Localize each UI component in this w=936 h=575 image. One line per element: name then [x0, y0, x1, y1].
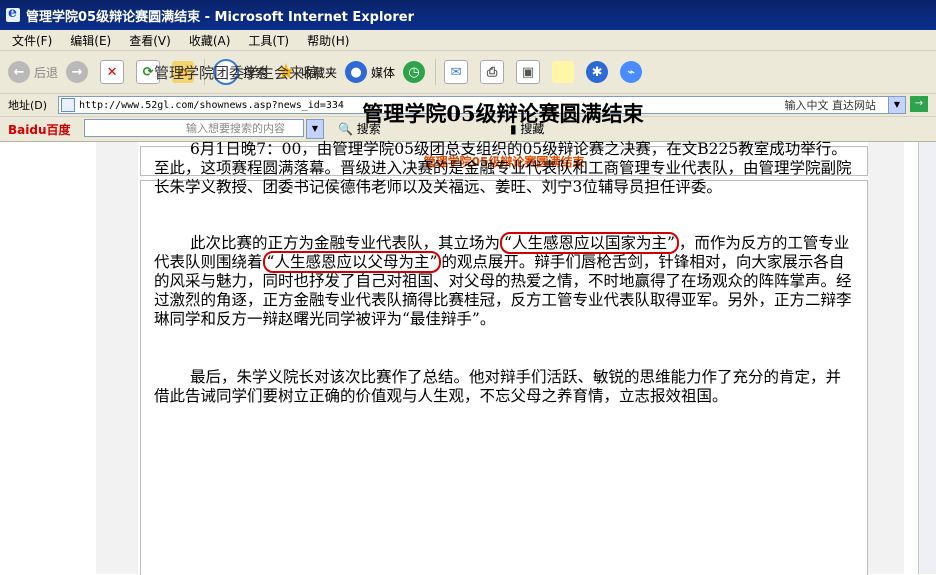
- window-titlebar: 管理学院05级辩论赛圆满结束 - Microsoft Internet Expl…: [0, 0, 936, 30]
- article-paragraph-1: 6月1日晚7：00，由管理学院05级团总支组织的05级辩论赛之决赛，在文B225…: [154, 140, 854, 197]
- messenger-button[interactable]: ✱: [586, 61, 612, 83]
- window-title: 管理学院05级辩论赛圆满结束 - Microsoft Internet Expl…: [26, 9, 414, 25]
- forward-arrow-icon: →: [66, 61, 89, 83]
- page-viewport: 管理学院05级辩论赛圆满结束: [0, 142, 936, 575]
- standard-toolbar: ← 后退 → ✕ ⟳ ⌂ 搜索 ★ 收藏夹 ● 媒体 ◷ ✉ ⎙ ▣ ✱ ⌁: [0, 51, 936, 94]
- back-label: 后退: [34, 65, 59, 80]
- menu-favorites[interactable]: 收藏(A): [189, 32, 231, 49]
- stop-icon: ✕: [100, 60, 125, 84]
- menu-help[interactable]: 帮助(H): [307, 32, 349, 49]
- page-left-margin: [96, 142, 138, 574]
- stop-button[interactable]: ✕: [100, 60, 128, 84]
- menu-edit[interactable]: 编辑(E): [70, 32, 111, 49]
- page-right-margin: [868, 142, 904, 574]
- menu-tools[interactable]: 工具(T): [248, 32, 289, 49]
- back-arrow-icon: ←: [8, 61, 30, 83]
- go-arrow-icon[interactable]: →: [910, 96, 928, 112]
- article-paragraph-3: 最后，朱学义院长对该次比赛作了总结。他对辩手们活跃、敏锐的思维能力作了充分的肯定…: [154, 368, 854, 406]
- ie-app-icon: [6, 5, 20, 22]
- article-source: 管理学院团委学生会来稿: [154, 64, 320, 82]
- history-button[interactable]: ◷: [403, 61, 429, 83]
- menu-file[interactable]: 文件(F): [12, 32, 52, 49]
- edit-button[interactable]: ▣: [516, 60, 544, 84]
- back-button[interactable]: ← 后退: [8, 61, 58, 83]
- media-icon: ●: [345, 61, 368, 83]
- media-label: 媒体: [371, 65, 396, 80]
- research-icon: ⌁: [620, 61, 643, 83]
- menu-view[interactable]: 查看(V): [129, 32, 171, 49]
- highlight-mark-1: “人生感恩应以国家为主”: [500, 232, 679, 254]
- research-button[interactable]: ⌁: [620, 61, 646, 83]
- note-icon: [552, 61, 575, 83]
- baidu-logo[interactable]: Baidu百度: [8, 121, 71, 138]
- messenger-icon: ✱: [586, 61, 609, 83]
- discuss-button[interactable]: [552, 61, 578, 83]
- print-button[interactable]: ⎙: [480, 60, 508, 84]
- menu-bar: 文件(F) 编辑(E) 查看(V) 收藏(A) 工具(T) 帮助(H): [0, 30, 936, 51]
- forward-button[interactable]: →: [66, 61, 92, 83]
- media-button[interactable]: ● 媒体: [345, 61, 395, 83]
- para1-text: 6月1日晚7：00，由管理学院05级团总支组织的05级辩论赛之决赛，在文B225…: [154, 140, 852, 196]
- printer-icon: ⎙: [480, 60, 505, 84]
- history-icon: ◷: [403, 61, 426, 83]
- vertical-scrollbar[interactable]: [918, 142, 936, 574]
- edit-icon: ▣: [516, 60, 541, 84]
- article-paragraph-2: 此次比赛的正方为金融专业代表队，其立场为 “人生感恩应以国家为主” ，而作为反方的工…: [154, 232, 854, 329]
- para2-text-a: 此次比赛的正方为金融专业代表队，其立场为: [190, 234, 501, 252]
- address-dropdown-icon[interactable]: ▼: [888, 96, 906, 114]
- mail-icon: ✉: [444, 60, 469, 84]
- page-icon: [61, 98, 75, 112]
- mail-button[interactable]: ✉: [444, 60, 472, 84]
- article-title: 管理学院05级辩论赛圆满结束: [362, 101, 644, 126]
- highlight-mark-2: “人生感恩应以父母为主”: [262, 251, 442, 273]
- para3-text: 最后，朱学义院长对该次比赛作了总结。他对辩手们活跃、敏锐的思维能力作了充分的肯定…: [154, 368, 842, 405]
- address-label: 地址(D): [8, 99, 48, 112]
- toolbar-separator: [435, 59, 437, 85]
